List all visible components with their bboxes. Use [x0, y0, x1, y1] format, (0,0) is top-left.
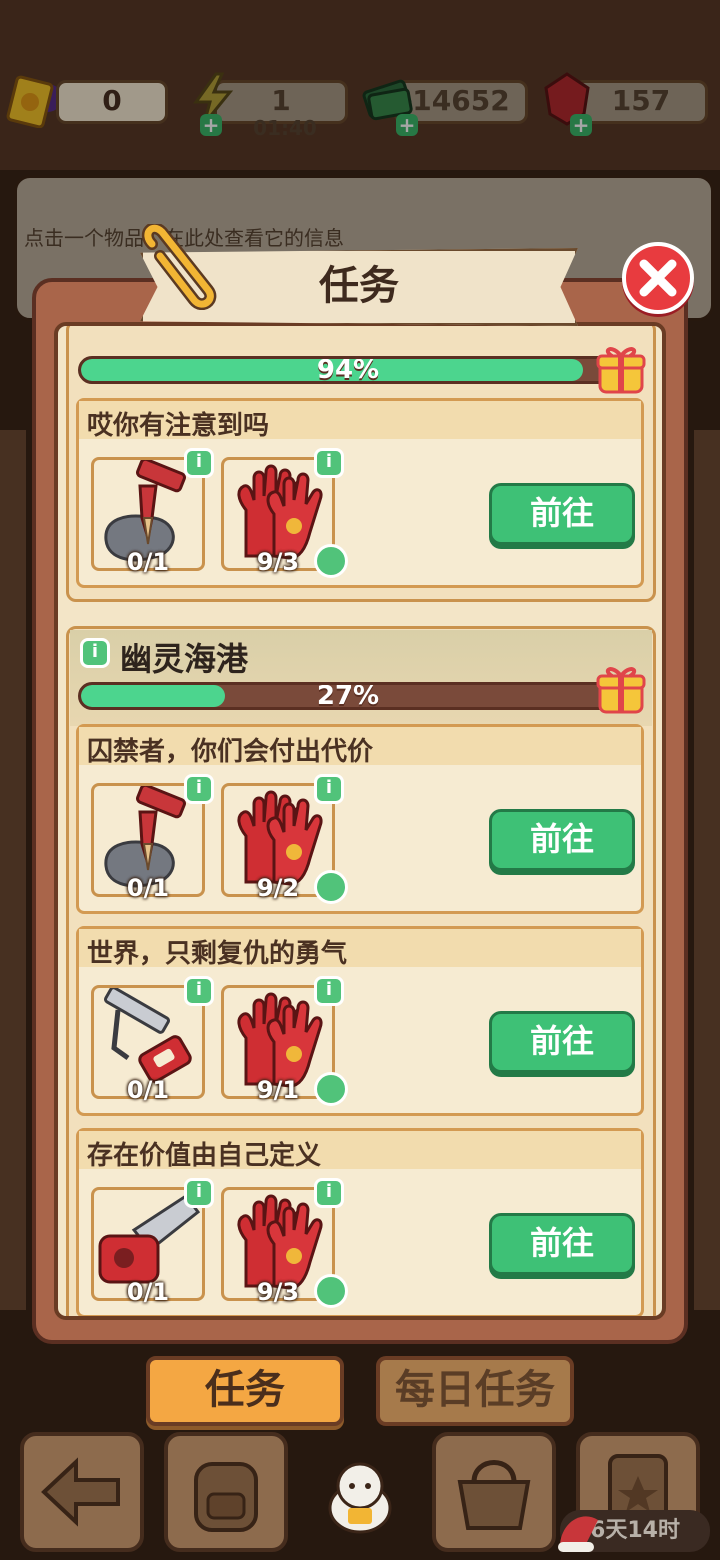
- check-icon: [314, 1072, 348, 1106]
- task-card: 哎你有注意到吗 0/1 i 9/3 i 前往: [76, 398, 644, 588]
- task-item-slot[interactable]: 0/1 i: [91, 774, 214, 902]
- check-icon: [314, 1274, 348, 1308]
- info-icon[interactable]: i: [184, 976, 214, 1006]
- chapter-progress-text: 27%: [316, 682, 380, 710]
- gift-icon[interactable]: [594, 662, 648, 714]
- task-card: 囚禁者，你们会付出代价 0/1 i 9/2 i 前往: [76, 724, 644, 914]
- tab-daily-tasks[interactable]: 每日任务: [376, 1356, 574, 1426]
- check-icon: [314, 544, 348, 578]
- info-icon[interactable]: i: [314, 976, 344, 1006]
- back-icon: [41, 1457, 120, 1527]
- tab-tasks[interactable]: 任务: [146, 1356, 344, 1426]
- basket-icon: [457, 1460, 531, 1530]
- go-button[interactable]: 前往: [489, 1011, 635, 1073]
- info-icon[interactable]: i: [80, 638, 110, 668]
- task-title: 囚禁者，你们会付出代价: [87, 737, 374, 767]
- task-item-slot[interactable]: 0/1 i: [91, 448, 214, 576]
- info-icon[interactable]: i: [314, 1178, 344, 1208]
- task-title: 哎你有注意到吗: [87, 411, 270, 441]
- lucky-cat-icon[interactable]: [318, 1452, 402, 1536]
- close-icon: [639, 259, 677, 297]
- task-item-slot[interactable]: 9/3 i: [221, 448, 348, 578]
- task-card: 存在价值由自己定义 0/1 i 9/3 i 前往: [76, 1128, 644, 1316]
- santa-hat-icon: [558, 1516, 598, 1552]
- task-item-slot[interactable]: 0/1 i: [91, 1178, 214, 1306]
- task-item-slot[interactable]: 9/3 i: [221, 1178, 348, 1308]
- item-count: 0/1: [126, 1076, 170, 1104]
- task-card: 世界，只剩复仇的勇气 0/1 i 9/1 i 前往: [76, 926, 644, 1116]
- info-icon[interactable]: i: [184, 1178, 214, 1208]
- item-count: 0/1: [126, 1278, 170, 1306]
- info-icon[interactable]: i: [314, 774, 344, 804]
- gift-icon[interactable]: [594, 342, 648, 394]
- check-icon: [314, 870, 348, 904]
- chapter-title: 幽灵海港: [120, 640, 249, 678]
- close-button[interactable]: [622, 242, 694, 314]
- item-count: 0/1: [126, 874, 170, 902]
- backpack-button[interactable]: [164, 1432, 288, 1552]
- backpack-icon: [194, 1462, 258, 1532]
- task-item-slot[interactable]: 0/1 i: [91, 976, 214, 1104]
- info-icon[interactable]: i: [314, 448, 344, 478]
- task-item-slot[interactable]: 9/2 i: [221, 774, 348, 904]
- go-button[interactable]: 前往: [489, 483, 635, 545]
- shop-button[interactable]: [432, 1432, 556, 1552]
- info-icon[interactable]: i: [184, 774, 214, 804]
- info-icon[interactable]: i: [184, 448, 214, 478]
- chapter-progress-bar: 94%: [78, 356, 618, 384]
- item-count: 0/1: [126, 548, 170, 576]
- go-button[interactable]: 前往: [489, 1213, 635, 1275]
- paperclip-icon: [141, 224, 217, 310]
- chapter-progress-bar: 27%: [78, 682, 618, 710]
- tasks-list[interactable]: 94% 哎你有注意到吗 0/1 i 9/3 i 前往 i 幽灵海港 27% 囚禁…: [54, 322, 666, 1320]
- task-title: 世界，只剩复仇的勇气: [87, 939, 348, 969]
- task-item-slot[interactable]: 9/1 i: [221, 976, 348, 1106]
- back-button[interactable]: [20, 1432, 144, 1552]
- task-title: 存在价值由自己定义: [87, 1141, 322, 1171]
- go-button[interactable]: 前往: [489, 809, 635, 871]
- chapter-progress-text: 94%: [316, 356, 380, 384]
